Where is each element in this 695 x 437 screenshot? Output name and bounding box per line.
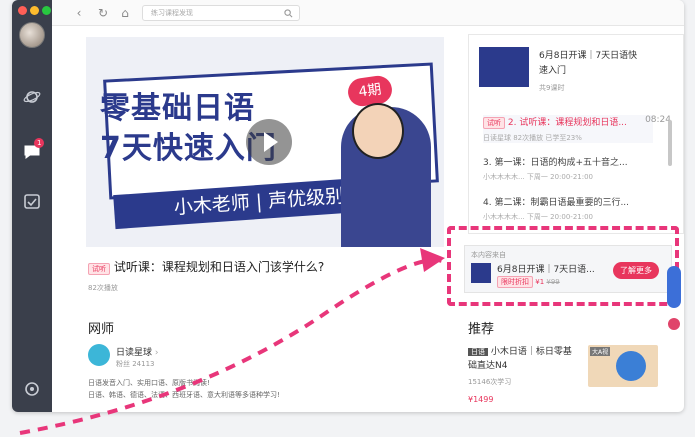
back-icon[interactable]: ‹	[72, 6, 86, 20]
course-panel: 6月8日开课｜7天日语快 速入门 共9课时 试听 2. 试听课：课程规划和日语.…	[468, 34, 684, 234]
notification-badge: 1	[34, 138, 45, 148]
planet-icon[interactable]	[23, 88, 41, 106]
teacher-name[interactable]: 日读星球 ›	[116, 345, 159, 358]
top-bar: ‹ ↻ ⌂ 练习课程发现	[52, 0, 684, 26]
list-item[interactable]: 3. 第一课：日语的构成+五十音之... 小木木木木... 下周一 20:00-…	[483, 155, 653, 182]
search-input[interactable]: 练习课程发现	[142, 5, 300, 21]
calendar-check-icon[interactable]	[23, 192, 41, 210]
list-item[interactable]: 4. 第二课：制霸日语最重要的三行... 小木木木木... 下周一 20:00-…	[483, 195, 653, 222]
chevron-right-icon: ›	[154, 348, 159, 358]
teacher-desc1: 日语发音入门、实用口语、原版书阅读!	[88, 379, 210, 387]
left-rail: 1	[12, 0, 52, 412]
trial-tag: 试听	[88, 263, 110, 275]
item-sub: 日读星球 82次播放 已学至23%	[483, 134, 582, 142]
course-title-l1: 6月8日开课｜7天日语快	[539, 51, 638, 61]
floating-avatar-icon[interactable]	[666, 316, 682, 332]
course-banner[interactable]: 零基础日语 7天快速入门 4期 小木老师 | 声优级别	[86, 37, 444, 247]
teacher-avatar[interactable]	[88, 344, 110, 366]
course-count: 共9课时	[539, 84, 565, 92]
recommend-section-title: 推荐	[468, 322, 495, 337]
lesson-heading: 试听 试听课：课程规划和日语入门该学什么? 82次播放	[88, 258, 324, 293]
course-title[interactable]: 6月8日开课｜7天日语快 速入门 共9课时	[539, 49, 637, 93]
banner-line1: 零基础日语	[100, 91, 255, 126]
course-thumbnail[interactable]	[479, 47, 529, 87]
item-sub: 小木木木木... 下周一 20:00-21:00	[483, 173, 593, 181]
item-title: 4. 第二课：制霸日语最重要的三行...	[483, 198, 630, 208]
search-placeholder: 练习课程发现	[151, 9, 193, 17]
settings-icon[interactable]	[23, 380, 41, 398]
recommend-thumbnail[interactable]: 大A视	[588, 345, 658, 387]
refresh-icon[interactable]: ↻	[96, 6, 110, 20]
maximize-dot[interactable]	[42, 6, 51, 15]
lesson-title: 试听课：课程规划和日语入门该学什么?	[113, 260, 325, 274]
teacher-fans: 粉丝 24113	[116, 360, 155, 368]
list-item[interactable]: 试听 2. 试听课：课程规划和日语... 08:24 日读星球 82次播放 已学…	[483, 115, 671, 143]
close-dot[interactable]	[18, 6, 27, 15]
stage: 1 ‹ ↻ ⌂ 练习课程发现 零基础日语 7天快速入门 4期 小木老师 | 声优…	[0, 0, 695, 437]
home-icon[interactable]: ⌂	[118, 6, 132, 20]
recommend-card[interactable]: 日语 小木日语｜标日零基 础直达N4 15146次学习 ¥1499	[468, 345, 588, 407]
item-sub: 小木木木木... 下周一 20:00-21:00	[483, 213, 593, 221]
teacher-face	[352, 103, 404, 159]
play-button[interactable]	[246, 119, 292, 165]
item-title: 3. 第一课：日语的构成+五十音之...	[483, 158, 628, 168]
annotation-highlight-box	[447, 226, 679, 306]
minimize-dot[interactable]	[30, 6, 39, 15]
app-window: 1 ‹ ↻ ⌂ 练习课程发现 零基础日语 7天快速入门 4期 小木老师 | 声优…	[12, 0, 684, 412]
item-title: 2. 试听课：课程规划和日语...	[507, 118, 627, 128]
doraemon-icon	[616, 351, 646, 381]
language-tag: 日语	[468, 348, 488, 356]
recommend-price: ¥1499	[468, 395, 494, 404]
floating-toolbar-icon[interactable]	[667, 266, 681, 308]
avatar[interactable]	[19, 22, 45, 48]
recommend-count: 15146次学习	[468, 378, 512, 386]
search-icon	[284, 9, 293, 18]
trial-tag: 试听	[483, 117, 505, 129]
thumb-label: 大A视	[590, 347, 611, 356]
course-title-l2: 速入门	[539, 66, 567, 76]
teacher-desc2: 日语、韩语、德语、法语、西班牙语、意大利语等多语种学习!	[88, 391, 280, 399]
recommend-title-l2: 础直达N4	[468, 361, 508, 371]
scrollbar[interactable]	[668, 120, 672, 166]
play-count: 82次播放	[88, 284, 118, 292]
recommend-title-l1: 小木日语｜标日零基	[490, 347, 572, 357]
teacher-section-title: 网师	[88, 322, 115, 337]
teacher-name-text: 日读星球	[116, 348, 153, 358]
